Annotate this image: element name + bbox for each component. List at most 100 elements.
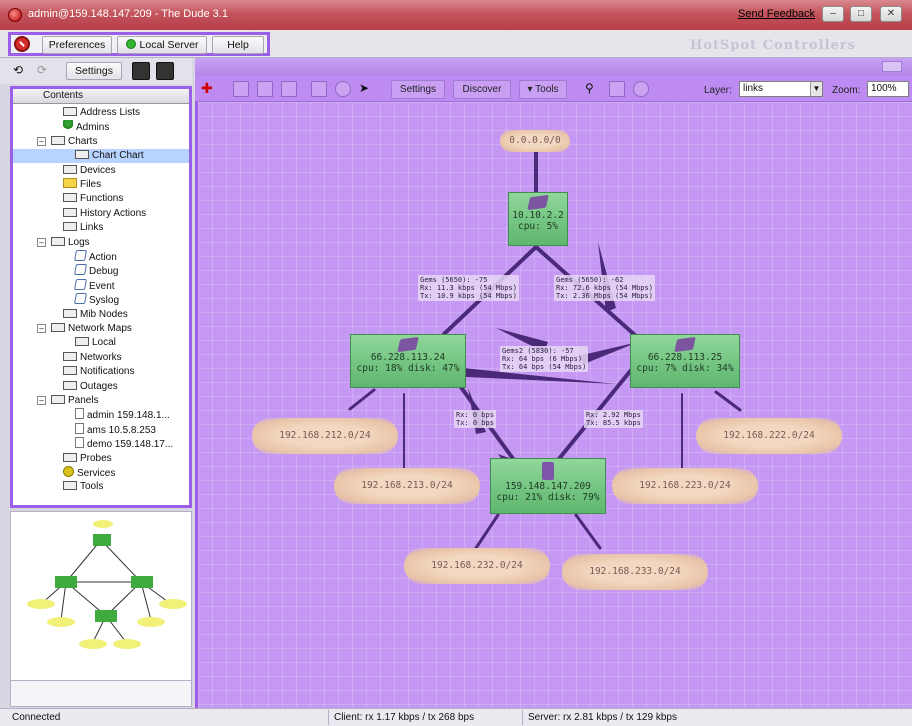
- tree-item[interactable]: Action: [13, 250, 189, 264]
- tree-item[interactable]: Devices: [13, 164, 189, 178]
- history-icon: [63, 207, 77, 217]
- server-traffic: Server: rx 2.81 kbps / tx 129 kbps: [528, 712, 677, 723]
- tree-item[interactable]: Networks: [13, 351, 189, 365]
- copy-icon[interactable]: [257, 81, 273, 97]
- line-tool-icon[interactable]: [609, 81, 625, 97]
- tree-item-label: Event: [89, 280, 115, 292]
- disconnect-icon[interactable]: [14, 36, 30, 52]
- tree-item[interactable]: History Actions: [13, 207, 189, 221]
- outages-icon: [63, 380, 77, 390]
- refresh-icon[interactable]: [335, 81, 351, 97]
- tree-item[interactable]: Links: [13, 221, 189, 235]
- network-map-panel: ✚ ➤ Settings Discover ▾ Tools ⚲ Layer: l…: [195, 58, 912, 708]
- cloud-network[interactable]: 192.168.233.0/24: [562, 554, 708, 590]
- tree-item[interactable]: Services: [13, 466, 189, 480]
- tree-item[interactable]: Address Lists: [13, 106, 189, 120]
- map-settings-button[interactable]: Settings: [391, 80, 445, 99]
- tree-item-label: Devices: [80, 164, 116, 176]
- cut-icon[interactable]: [233, 81, 249, 97]
- minimize-button[interactable]: –: [822, 6, 844, 22]
- local-server-button[interactable]: Local Server: [117, 36, 207, 54]
- device-router[interactable]: 66.228.113.24 cpu: 18% disk: 47%: [350, 334, 466, 388]
- map-minimap[interactable]: [10, 511, 192, 681]
- link-label: Gems (5650): -75 Rx: 11.3 kbps (54 Mbps)…: [418, 275, 519, 301]
- tree-item[interactable]: Local: [13, 336, 189, 350]
- tree-item[interactable]: demo 159.148.17...: [13, 437, 189, 451]
- panel-icon: [75, 422, 84, 434]
- lock-icon[interactable]: [311, 81, 327, 97]
- tree-item[interactable]: – Charts: [13, 135, 189, 149]
- tree-item[interactable]: Tools: [13, 480, 189, 494]
- pointer-icon[interactable]: ➤: [359, 81, 375, 97]
- device-ip: 159.148.147.209: [505, 481, 591, 492]
- tree-item-label: History Actions: [80, 207, 147, 219]
- cloud-network[interactable]: 192.168.222.0/24: [696, 418, 842, 454]
- tree-expander-icon[interactable]: –: [37, 237, 46, 247]
- tools-icon: [63, 481, 77, 491]
- client-traffic: Client: rx 1.17 kbps / tx 268 bps: [334, 712, 475, 723]
- tree-item-label: Charts: [68, 135, 98, 147]
- send-feedback-link[interactable]: Send Feedback: [738, 8, 815, 20]
- device-server[interactable]: 159.148.147.209 cpu: 21% disk: 79%: [490, 458, 606, 514]
- cloud-network[interactable]: 192.168.232.0/24: [404, 548, 550, 584]
- tree-expander-icon[interactable]: –: [37, 396, 46, 405]
- tree-item[interactable]: Notifications: [13, 365, 189, 379]
- circle-tool-icon[interactable]: [633, 81, 649, 97]
- minimap-drawing: [27, 520, 187, 649]
- back-icon[interactable]: ⟲: [10, 62, 26, 80]
- contents-tree-panel: Contents Address Lists Admins – Charts Chart…: [10, 86, 192, 508]
- cloud-network[interactable]: 192.168.212.0/24: [252, 418, 398, 454]
- tree-item[interactable]: Functions: [13, 192, 189, 206]
- tree-item-label: ams 10.5.8.253: [87, 424, 156, 436]
- log-icon: [74, 293, 87, 305]
- paste-icon[interactable]: [281, 81, 297, 97]
- tree-item[interactable]: ams 10.5.8.253: [13, 422, 189, 437]
- discover-button[interactable]: Discover: [453, 80, 511, 99]
- help-button[interactable]: Help: [212, 36, 264, 54]
- settings-button[interactable]: Settings: [66, 62, 122, 80]
- forward-icon[interactable]: ⟳: [34, 62, 50, 80]
- network-map-canvas[interactable]: 0.0.0.0/0 192.168.212.0/24 192.168.213.0…: [195, 102, 912, 708]
- preferences-button[interactable]: Preferences: [42, 36, 112, 54]
- files-icon: [63, 178, 77, 188]
- log-icon: [74, 250, 87, 261]
- tree-item[interactable]: Debug: [13, 264, 189, 278]
- link-label: Gems (5650): -62 Rx: 72.6 kbps (54 Mbps)…: [554, 275, 655, 301]
- tree-item[interactable]: – Logs: [13, 236, 189, 250]
- router-icon: [397, 336, 419, 353]
- binoculars-icon[interactable]: ⚲: [585, 81, 601, 97]
- device-router[interactable]: 10.10.2.2 cpu: 5%: [508, 192, 568, 246]
- tree-item[interactable]: Files: [13, 178, 189, 192]
- admin-icon: [63, 120, 73, 132]
- tree-item[interactable]: Probes: [13, 452, 189, 466]
- import-icon[interactable]: [156, 62, 174, 80]
- add-icon[interactable]: ✚: [201, 81, 217, 97]
- tree-item[interactable]: admin 159.148.1...: [13, 408, 189, 422]
- tree-item[interactable]: – Panels: [13, 394, 189, 408]
- tree-item[interactable]: Admins: [13, 120, 189, 134]
- tools-dropdown[interactable]: ▾ Tools: [519, 80, 567, 99]
- tree-item-label: Links: [80, 222, 104, 234]
- tree-expander-icon[interactable]: –: [37, 136, 46, 146]
- zoom-select[interactable]: 100%: [867, 81, 909, 97]
- tree-header[interactable]: Contents: [13, 89, 189, 104]
- folder-icon: [51, 135, 65, 145]
- panels-icon: [51, 395, 65, 404]
- cloud-network[interactable]: 192.168.213.0/24: [334, 468, 480, 504]
- device-router[interactable]: 66.228.113.25 cpu: 7% disk: 34%: [630, 334, 740, 388]
- maximize-button[interactable]: □: [850, 6, 872, 22]
- tree-expander-icon[interactable]: –: [37, 324, 46, 333]
- close-button[interactable]: ✕: [880, 6, 902, 22]
- layer-select[interactable]: links ▼: [739, 81, 823, 97]
- tree-item[interactable]: Syslog: [13, 293, 189, 307]
- tree-item[interactable]: Chart Chart: [13, 149, 189, 164]
- tree-item[interactable]: Outages: [13, 380, 189, 394]
- tree-item[interactable]: – Network Maps: [13, 322, 189, 336]
- export-icon[interactable]: [132, 62, 150, 80]
- link-server-c233: [574, 513, 602, 550]
- tree-item[interactable]: Event: [13, 278, 189, 293]
- cloud-network[interactable]: 192.168.223.0/24: [612, 468, 758, 504]
- map-close-button[interactable]: [882, 61, 902, 72]
- cloud-internet[interactable]: 0.0.0.0/0: [500, 130, 570, 152]
- tree-item[interactable]: Mib Nodes: [13, 308, 189, 322]
